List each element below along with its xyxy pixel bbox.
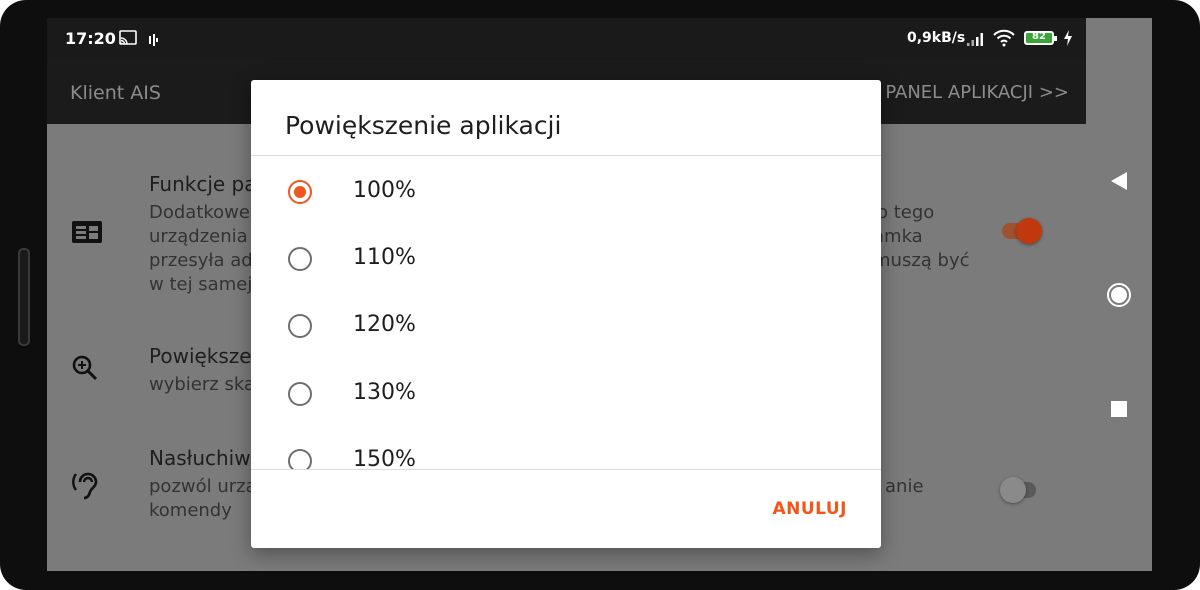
back-icon[interactable] (1110, 171, 1128, 195)
listening-toggle[interactable] (1000, 477, 1036, 503)
app-panel-link[interactable]: PANEL APLIKACJI >> (885, 82, 1069, 103)
data-activity-icon (149, 32, 159, 51)
side-button (18, 248, 30, 346)
remote-panel-icon (71, 220, 103, 248)
option-label: 110% (353, 245, 416, 270)
dialog-title: Powiększenie aplikacji (285, 111, 562, 140)
setting-title: Powiększe (149, 344, 252, 368)
option-label: 150% (353, 447, 416, 469)
option-110[interactable]: 110% (251, 225, 881, 285)
option-label: 120% (353, 312, 416, 337)
toggle-knob (1000, 477, 1026, 503)
battery-icon: 82 (1024, 31, 1057, 45)
cast-icon (119, 30, 137, 50)
network-speed: 0,9kB/s (907, 30, 966, 46)
radio-button[interactable] (288, 449, 312, 469)
description-line: przesyła ad (149, 250, 253, 271)
description-line: amka (873, 226, 923, 247)
recents-icon[interactable] (1111, 401, 1127, 421)
description-line: w tej samej (149, 274, 253, 295)
wifi-icon (993, 29, 1015, 51)
option-150[interactable]: 150% (251, 427, 881, 469)
description-line: urządzenia (149, 226, 248, 247)
navigation-bar (1086, 18, 1152, 571)
zoom-options-list[interactable]: 100% 110% 120% 130% 150% (251, 156, 881, 469)
setting-description: Dodatkowe urządzenia przesyła ad w tej s… (149, 201, 253, 297)
home-icon[interactable] (1106, 282, 1132, 312)
remote-functions-toggle[interactable] (1002, 218, 1042, 244)
zoom-in-icon (71, 354, 99, 386)
battery-level: 82 (1032, 31, 1046, 42)
radio-button[interactable] (288, 314, 312, 338)
charging-icon (1063, 30, 1073, 50)
description-line: o tego (877, 202, 935, 223)
setting-description: wybierz ska (149, 373, 255, 397)
radio-button[interactable] (288, 247, 312, 271)
toggle-knob (1016, 218, 1042, 244)
option-100[interactable]: 100% (251, 158, 881, 218)
setting-title: Nasłuchiw (149, 446, 251, 470)
option-130[interactable]: 130% (251, 360, 881, 420)
setting-description-right: o tego amka muszą być (873, 201, 970, 273)
signal-icon (967, 31, 985, 50)
option-label: 100% (353, 178, 416, 203)
hearing-icon (71, 470, 99, 506)
option-120[interactable]: 120% (251, 292, 881, 352)
status-bar: 17:20 0,9kB/s 82 (47, 18, 1086, 60)
device-frame: 17:20 0,9kB/s 82 Klient AIS PANEL APLIKA… (0, 0, 1200, 590)
cancel-button[interactable]: ANULUJ (772, 499, 847, 519)
radio-button-checked[interactable] (288, 180, 312, 204)
divider (251, 469, 881, 470)
app-title: Klient AIS (70, 82, 161, 104)
radio-button[interactable] (288, 382, 312, 406)
description-line: Dodatkowe (149, 202, 250, 223)
setting-description: pozwól urza komendy (149, 475, 257, 523)
zoom-dialog: Powiększenie aplikacji 100% 110% 120% 13… (251, 80, 881, 548)
setting-description-right: anie (885, 475, 924, 499)
description-line: muszą być (873, 250, 970, 271)
option-label: 130% (353, 380, 416, 405)
description-line: anie (885, 476, 924, 497)
description-line: komendy (149, 500, 232, 521)
description-line: wybierz ska (149, 374, 255, 395)
status-time: 17:20 (65, 29, 116, 48)
description-line: pozwól urza (149, 476, 257, 497)
setting-title: Funkcje pa (149, 172, 257, 196)
